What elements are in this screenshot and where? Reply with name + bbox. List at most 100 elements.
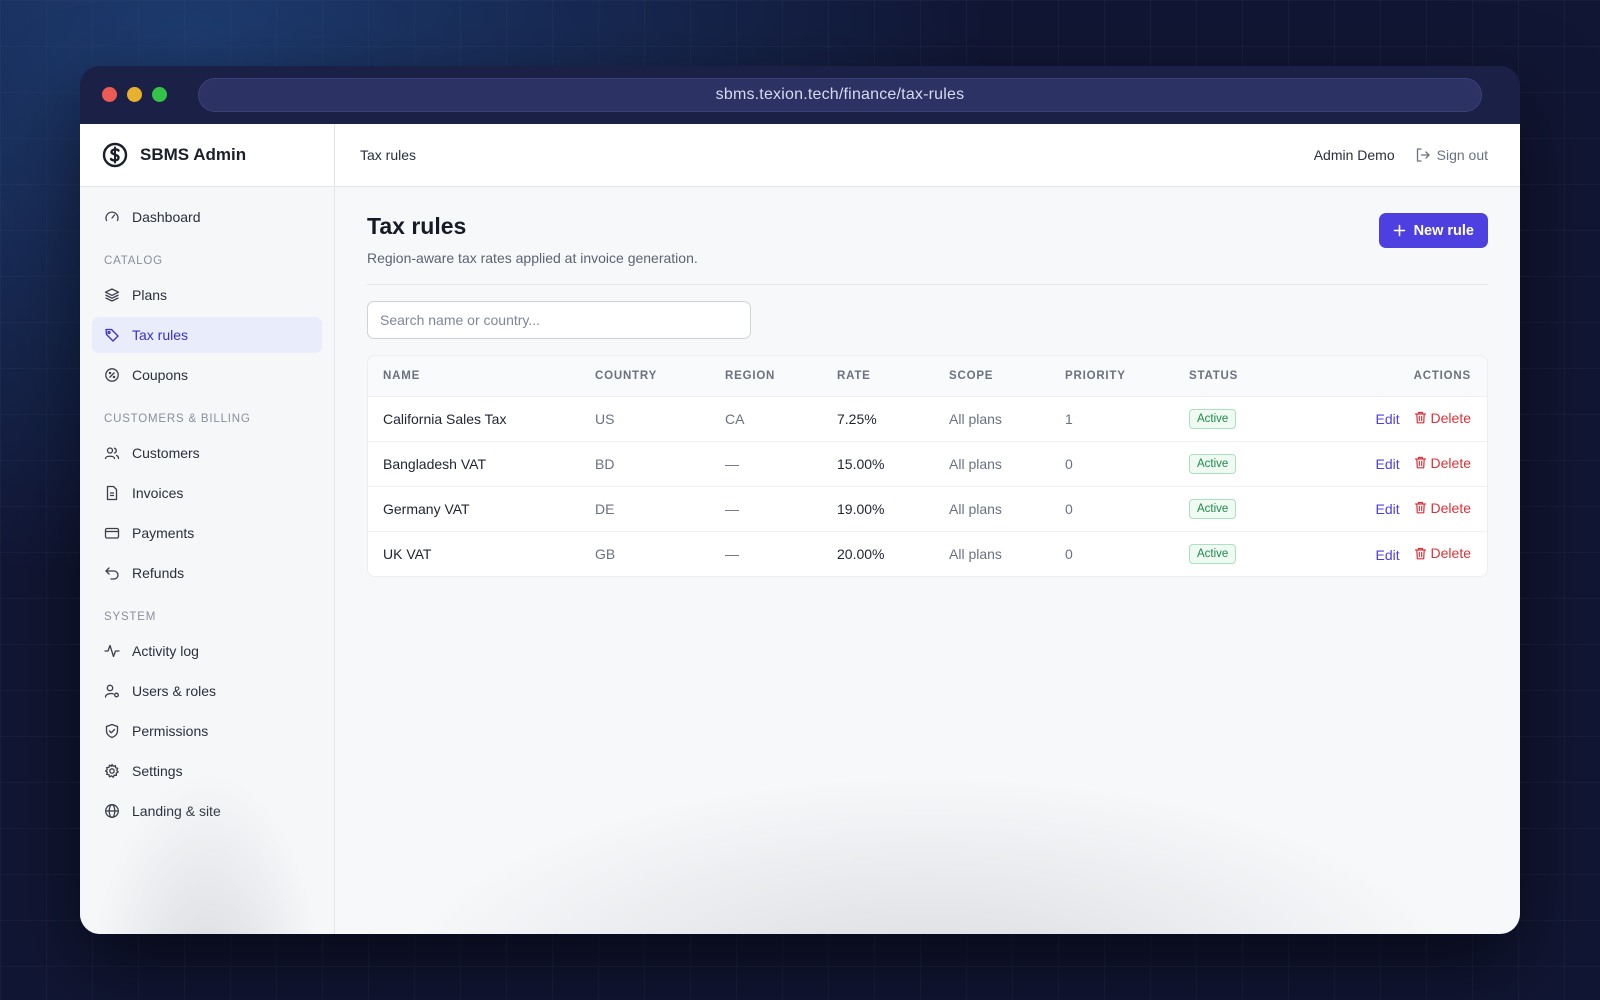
cell-scope: All plans	[949, 545, 1002, 562]
table-row[interactable]: Germany VAT DE — 19.00% All plans 0 Acti…	[368, 486, 1487, 532]
sidebar-item-users-roles[interactable]: Users & roles	[92, 673, 322, 709]
column-header-rate[interactable]: RATE	[822, 356, 934, 397]
new-rule-button[interactable]: New rule	[1378, 213, 1488, 248]
cell-rate: 20.00%	[837, 545, 885, 562]
edit-button[interactable]: Edit	[1376, 411, 1400, 427]
trash-icon	[1414, 412, 1426, 424]
browser-titlebar: sbms.texion.tech/finance/tax-rules	[80, 66, 1520, 124]
page-subtitle: Region-aware tax rates applied at invoic…	[367, 250, 698, 266]
delete-button[interactable]: Delete	[1414, 410, 1471, 426]
sidebar-item-label: Activity log	[132, 643, 199, 659]
sidebar-nav: Dashboard CATALOG Plans Tax rules Coupon…	[80, 187, 334, 845]
cell-country: DE	[580, 486, 710, 532]
status-badge: Active	[1189, 498, 1237, 519]
sidebar-item-refunds[interactable]: Refunds	[92, 555, 322, 591]
column-header-actions: ACTIONS	[1284, 356, 1487, 397]
cell-actions: Edit Delete	[1284, 531, 1487, 576]
sidebar-item-dashboard[interactable]: Dashboard	[92, 199, 322, 235]
user-gear-icon	[104, 684, 119, 698]
sidebar-item-label: Permissions	[132, 723, 209, 739]
cell-name: Germany VAT	[368, 486, 580, 532]
sign-out-button[interactable]: Sign out	[1415, 147, 1488, 163]
maximize-window-button[interactable]	[152, 87, 167, 102]
cell-region: —	[710, 441, 822, 487]
edit-button[interactable]: Edit	[1376, 547, 1400, 563]
sidebar-section-system: SYSTEM	[104, 611, 157, 623]
trash-icon	[1414, 547, 1426, 559]
edit-button[interactable]: Edit	[1376, 456, 1400, 472]
sidebar-item-plans[interactable]: Plans	[92, 277, 322, 313]
page-content: Tax rules Region-aware tax rates applied…	[335, 187, 1520, 577]
cell-country: GB	[595, 545, 616, 562]
sidebar-item-label: Customers	[132, 445, 200, 461]
breadcrumb: Tax rules	[360, 147, 417, 163]
window-controls	[102, 87, 167, 102]
column-header-scope[interactable]: SCOPE	[934, 356, 1050, 397]
sidebar-item-label: Landing & site	[132, 803, 221, 819]
cell-region: —	[710, 486, 822, 532]
delete-button[interactable]: Delete	[1414, 545, 1471, 561]
status-badge: Active	[1189, 453, 1237, 474]
cell-name: California Sales Tax	[368, 396, 580, 442]
delete-button[interactable]: Delete	[1414, 455, 1471, 471]
edit-button[interactable]: Edit	[1376, 501, 1400, 517]
main-area: Tax rules Admin Demo Sign out Tax rules	[335, 124, 1520, 934]
sidebar-item-label: Payments	[132, 525, 195, 541]
brand-name: SBMS Admin	[140, 145, 247, 164]
column-header-region[interactable]: REGION	[710, 356, 822, 397]
address-bar[interactable]: sbms.texion.tech/finance/tax-rules	[198, 78, 1482, 112]
sidebar: SBMS Admin Dashboard CATALOG Plans Tax r…	[80, 124, 335, 934]
topbar: Tax rules Admin Demo Sign out	[335, 124, 1520, 187]
delete-label: Delete	[1430, 545, 1471, 561]
header-divider	[367, 284, 1488, 285]
delete-label: Delete	[1430, 454, 1471, 471]
table-row[interactable]: Bangladesh VAT BD — 15.00% All plans 0 A…	[368, 441, 1487, 487]
sidebar-item-invoices[interactable]: Invoices	[92, 475, 322, 511]
gauge-icon	[105, 211, 119, 222]
browser-window: sbms.texion.tech/finance/tax-rules SBMS …	[80, 66, 1520, 934]
status-badge: Active	[1189, 408, 1237, 429]
sidebar-item-permissions[interactable]: Permissions	[92, 713, 322, 749]
delete-button[interactable]: Delete	[1414, 500, 1471, 516]
column-header-status[interactable]: STATUS	[1174, 356, 1284, 397]
column-header-country[interactable]: COUNTRY	[580, 356, 710, 397]
sign-out-label: Sign out	[1436, 147, 1488, 163]
sidebar-item-activity-log[interactable]: Activity log	[92, 633, 322, 669]
cell-scope: All plans	[934, 441, 1050, 487]
sign-out-icon	[1416, 148, 1430, 162]
sidebar-item-tax-rules[interactable]: Tax rules	[92, 317, 322, 353]
activity-icon	[104, 644, 120, 658]
cell-priority: 0	[1065, 545, 1073, 562]
column-header-priority[interactable]: PRIORITY	[1050, 356, 1174, 397]
column-header-name[interactable]: NAME	[368, 356, 580, 397]
brand[interactable]: SBMS Admin	[80, 124, 334, 187]
sidebar-item-label: Dashboard	[132, 209, 201, 225]
user-name[interactable]: Admin Demo	[1314, 147, 1395, 163]
sidebar-item-customers[interactable]: Customers	[92, 435, 322, 471]
sidebar-item-settings[interactable]: Settings	[92, 753, 322, 789]
cell-priority: 0	[1050, 486, 1174, 532]
plus-icon	[1393, 224, 1405, 237]
trash-icon	[1414, 457, 1426, 469]
sidebar-section-customers-billing: CUSTOMERS & BILLING	[104, 413, 251, 425]
sidebar-item-label: Plans	[132, 287, 168, 303]
cell-name: UK VAT	[383, 545, 432, 562]
table-row[interactable]: UK VAT GB — 20.00% All plans 0 Active Ed…	[368, 531, 1487, 576]
delete-label: Delete	[1430, 499, 1471, 516]
cell-region: —	[725, 545, 739, 562]
sidebar-item-landing-site[interactable]: Landing & site	[92, 793, 322, 829]
sidebar-item-payments[interactable]: Payments	[92, 515, 322, 551]
sidebar-item-coupons[interactable]: Coupons	[92, 357, 322, 393]
users-icon	[104, 447, 120, 460]
sidebar-item-label: Coupons	[132, 367, 189, 383]
search-input[interactable]	[367, 301, 751, 339]
close-window-button[interactable]	[102, 87, 117, 102]
minimize-window-button[interactable]	[127, 87, 142, 102]
cell-country: US	[580, 396, 710, 442]
cell-status: Active	[1174, 441, 1284, 487]
cell-priority: 1	[1050, 396, 1174, 442]
main-bottom-shade	[335, 754, 1520, 934]
coupon-icon	[105, 368, 119, 382]
cell-region: CA	[710, 396, 822, 442]
table-row[interactable]: California Sales Tax US CA 7.25% All pla…	[368, 396, 1487, 442]
